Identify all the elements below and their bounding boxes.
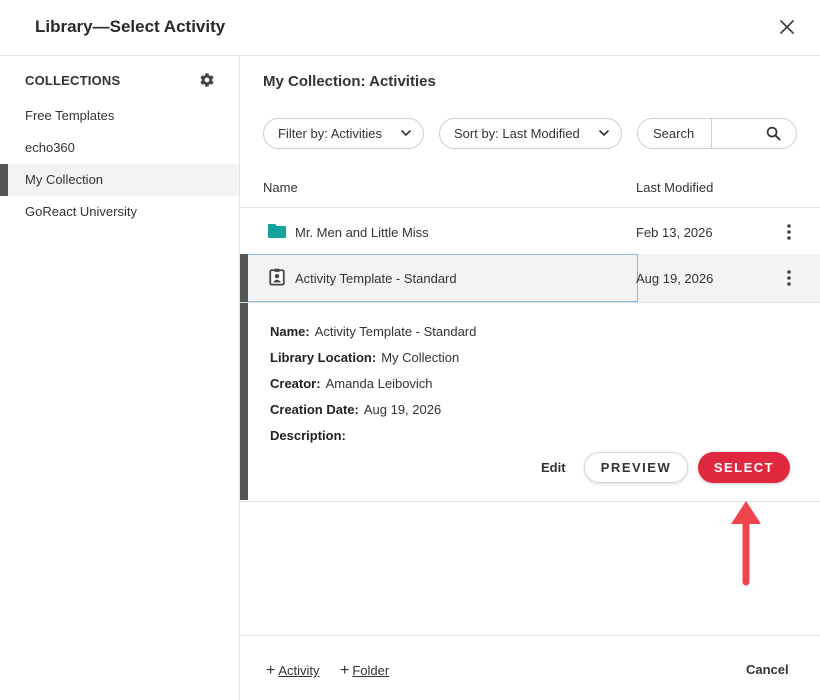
detail-name-value: Activity Template - Standard <box>314 324 477 339</box>
detail-location-label: Library Location: <box>270 350 377 365</box>
row-date: Feb 13, 2026 <box>636 225 713 240</box>
sidebar-item-free-templates[interactable]: Free Templates <box>0 100 239 132</box>
library-dialog: Library—Select Activity COLLECTIONS Free… <box>0 0 820 700</box>
row-name: Mr. Men and Little Miss <box>295 225 429 240</box>
detail-creator-value: Amanda Leibovich <box>325 376 433 391</box>
dialog-title: Library—Select Activity <box>35 17 226 36</box>
collections-title: COLLECTIONS <box>25 73 121 88</box>
sort-dropdown[interactable]: Sort by: Last Modified <box>439 118 622 149</box>
kebab-icon[interactable] <box>785 269 793 287</box>
add-activity-link[interactable]: + Activity <box>266 662 320 680</box>
cancel-button[interactable]: Cancel <box>746 662 789 677</box>
detail-name: Name: Activity Template - Standard <box>270 324 476 339</box>
detail-location: Library Location: My Collection <box>270 350 459 365</box>
edit-button[interactable]: Edit <box>541 460 566 475</box>
row-date: Aug 19, 2026 <box>636 271 714 286</box>
row-name: Activity Template - Standard <box>295 271 457 286</box>
table-row[interactable]: Mr. Men and Little Miss Feb 13, 2026 <box>240 208 820 256</box>
select-button[interactable]: SELECT <box>698 452 790 483</box>
plus-icon: + <box>266 662 276 679</box>
table-row-selected[interactable]: Activity Template - Standard Aug 19, 202… <box>240 254 820 302</box>
folder-icon <box>268 224 286 238</box>
detail-description-label: Description: <box>270 428 346 443</box>
sidebar-item-my-collection[interactable]: My Collection <box>0 164 239 196</box>
collections-sidebar: COLLECTIONS Free Templates echo360 My Co… <box>0 56 240 700</box>
main-panel: My Collection: Activities Filter by: Act… <box>240 56 820 700</box>
search-divider <box>711 119 712 148</box>
search-box: Search <box>637 118 797 149</box>
sort-label: Sort by: Last Modified <box>454 126 580 141</box>
column-header-last-modified[interactable]: Last Modified <box>636 180 713 195</box>
sidebar-item-echo360[interactable]: echo360 <box>0 132 239 164</box>
column-header-name[interactable]: Name <box>263 180 298 195</box>
close-icon[interactable] <box>776 16 798 38</box>
filter-label: Filter by: Activities <box>278 126 383 141</box>
search-icon[interactable] <box>766 126 781 141</box>
plus-icon: + <box>340 662 350 679</box>
filter-dropdown[interactable]: Filter by: Activities <box>263 118 424 149</box>
preview-button[interactable]: PREVIEW <box>584 452 688 483</box>
chevron-down-icon <box>599 130 609 137</box>
add-activity-label: Activity <box>278 663 320 678</box>
gear-icon[interactable] <box>199 72 215 88</box>
detail-creator-label: Creator: <box>270 376 321 391</box>
chevron-down-icon <box>401 130 411 137</box>
dialog-header: Library—Select Activity <box>0 0 820 56</box>
page-title: My Collection: Activities <box>263 73 436 90</box>
detail-description: Description: <box>270 428 351 443</box>
sidebar-item-goreact-university[interactable]: GoReact University <box>0 196 239 228</box>
annotation-arrow-icon <box>731 501 761 586</box>
kebab-icon[interactable] <box>785 223 793 241</box>
add-folder-label: Folder <box>352 663 390 678</box>
clipboard-icon <box>269 268 285 286</box>
search-input[interactable] <box>714 121 764 146</box>
detail-date-label: Creation Date: <box>270 402 359 417</box>
search-label: Search <box>653 126 695 141</box>
detail-location-value: My Collection <box>381 350 460 365</box>
add-folder-link[interactable]: + Folder <box>340 662 389 680</box>
dialog-footer: + Activity + Folder Cancel <box>240 635 820 700</box>
detail-name-label: Name: <box>270 324 310 339</box>
detail-creation-date: Creation Date: Aug 19, 2026 <box>270 402 441 417</box>
detail-date-value: Aug 19, 2026 <box>363 402 442 417</box>
detail-creator: Creator: Amanda Leibovich <box>270 376 433 391</box>
